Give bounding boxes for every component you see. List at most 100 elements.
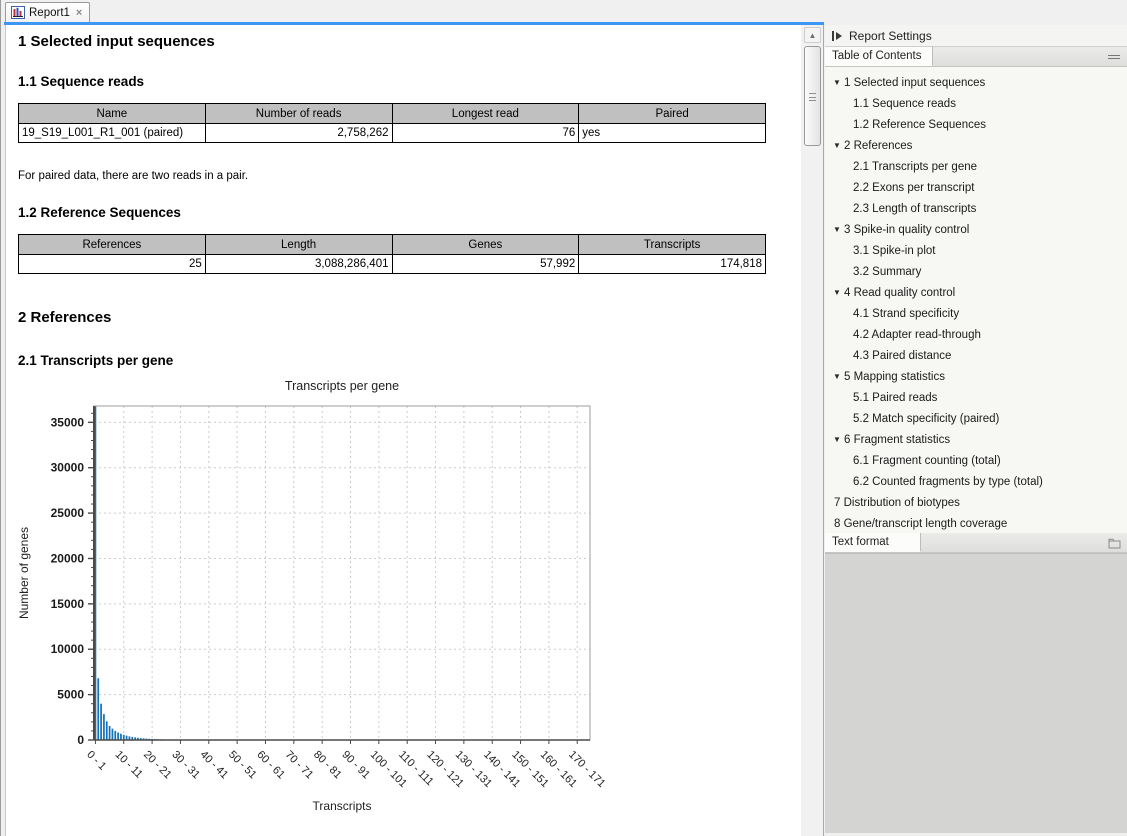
toc-item[interactable]: 2.2 Exons per transcript xyxy=(825,177,1127,198)
toc-item[interactable]: 4.2 Adapter read-through xyxy=(825,324,1127,345)
toc-item[interactable]: ▼2 References xyxy=(825,135,1127,156)
table-cell: 174,818 xyxy=(579,255,766,274)
svg-text:15000: 15000 xyxy=(51,597,85,611)
toc-item-label: 6.1 Fragment counting (total) xyxy=(853,455,1001,467)
table-cell: 19_S19_L001_R1_001 (paired) xyxy=(19,124,206,143)
section-1-heading: 1 Selected input sequences xyxy=(18,33,791,50)
toc-item-label: 4.1 Strand specificity xyxy=(853,308,959,320)
toc-item[interactable]: 3.2 Summary xyxy=(825,261,1127,282)
toc-item-label: 2.1 Transcripts per gene xyxy=(853,161,977,173)
toc-item[interactable]: 1.2 Reference Sequences xyxy=(825,114,1127,135)
chevron-down-icon[interactable]: ▼ xyxy=(833,225,844,234)
tab-strip: Report1 × xyxy=(4,0,1127,22)
toc-item-label: 1.1 Sequence reads xyxy=(853,98,956,110)
bar xyxy=(123,735,125,740)
toc-item[interactable]: 5.2 Match specificity (paired) xyxy=(825,408,1127,429)
toc-item[interactable]: 1.1 Sequence reads xyxy=(825,93,1127,114)
column-header: Longest read xyxy=(392,104,579,124)
transcripts-per-gene-chart: 0 - 110 - 1120 - 2130 - 3140 - 4150 - 51… xyxy=(12,374,791,823)
svg-text:30 - 31: 30 - 31 xyxy=(169,749,202,782)
application-window: Report1 × 1 Selected input sequences 1.1… xyxy=(0,0,1127,836)
toc-item[interactable]: ▼4 Read quality control xyxy=(825,282,1127,303)
toc-item[interactable]: 6.1 Fragment counting (total) xyxy=(825,450,1127,471)
column-header: Number of reads xyxy=(205,104,392,124)
toc-item-label: 6 Fragment statistics xyxy=(844,434,950,446)
table-cell: 25 xyxy=(19,255,206,274)
chevron-down-icon[interactable]: ▼ xyxy=(833,372,844,381)
svg-text:5000: 5000 xyxy=(57,688,84,702)
bar xyxy=(97,678,99,740)
collapse-icon[interactable] xyxy=(1108,55,1120,59)
toc-item[interactable]: 2.1 Transcripts per gene xyxy=(825,156,1127,177)
sequence-reads-table: NameNumber of readsLongest readPaired19_… xyxy=(18,103,766,143)
svg-text:70 - 71: 70 - 71 xyxy=(283,749,316,782)
bar xyxy=(103,714,105,740)
toc-section-header: Table of Contents xyxy=(825,47,1127,67)
toc-item-label: 4.3 Paired distance xyxy=(853,350,951,362)
chevron-down-icon[interactable]: ▼ xyxy=(833,288,844,297)
section-1-2-heading: 1.2 Reference Sequences xyxy=(18,205,791,220)
table-cell: 2,758,262 xyxy=(205,124,392,143)
toc-item[interactable]: 6.2 Counted fragments by type (total) xyxy=(825,471,1127,492)
toc-item[interactable]: ▼1 Selected input sequences xyxy=(825,72,1127,93)
section-2-1-heading: 2.1 Transcripts per gene xyxy=(18,353,791,368)
reference-sequences-table: ReferencesLengthGenesTranscripts253,088,… xyxy=(18,234,766,274)
folder-icon[interactable] xyxy=(1108,538,1121,549)
toc-item-label: 8 Gene/transcript length coverage xyxy=(834,518,1007,530)
svg-text:90 - 91: 90 - 91 xyxy=(339,749,372,782)
column-header: Transcripts xyxy=(579,235,766,255)
chevron-down-icon[interactable]: ▼ xyxy=(833,435,844,444)
toc-item-label: 1.2 Reference Sequences xyxy=(853,119,986,131)
svg-text:0 - 1: 0 - 1 xyxy=(84,749,108,773)
toc-item-label: 5.2 Match specificity (paired) xyxy=(853,413,999,425)
tab-close-icon[interactable]: × xyxy=(76,7,82,19)
svg-text:50 - 51: 50 - 51 xyxy=(226,749,259,782)
text-format-section-header: Text format xyxy=(825,533,1127,553)
toc-item[interactable]: 5.1 Paired reads xyxy=(825,387,1127,408)
toc-item[interactable]: 4.1 Strand specificity xyxy=(825,303,1127,324)
toc-item[interactable]: 4.3 Paired distance xyxy=(825,345,1127,366)
svg-text:25000: 25000 xyxy=(51,506,85,520)
svg-text:40 - 41: 40 - 41 xyxy=(198,749,231,782)
bar xyxy=(114,731,116,740)
svg-text:20 - 21: 20 - 21 xyxy=(141,749,174,782)
table-row: 253,088,286,40157,992174,818 xyxy=(19,255,766,274)
paired-note: For paired data, there are two reads in … xyxy=(18,170,791,182)
bar xyxy=(112,729,114,740)
chevron-down-icon[interactable]: ▼ xyxy=(833,78,844,87)
toc-item[interactable]: 8 Gene/transcript length coverage xyxy=(825,513,1127,533)
toc-item[interactable]: ▼3 Spike-in quality control xyxy=(825,219,1127,240)
report-document: 1 Selected input sequences 1.1 Sequence … xyxy=(5,25,801,836)
svg-text:10 - 11: 10 - 11 xyxy=(113,749,145,781)
toc-item-label: 4.2 Adapter read-through xyxy=(853,329,981,341)
svg-text:30000: 30000 xyxy=(51,461,85,475)
toc-item[interactable]: 7 Distribution of biotypes xyxy=(825,492,1127,513)
column-header: Name xyxy=(19,104,206,124)
toc-item-label: 6.2 Counted fragments by type (total) xyxy=(853,476,1043,488)
toc-item[interactable]: 3.1 Spike-in plot xyxy=(825,240,1127,261)
text-format-tab[interactable]: Text format xyxy=(825,533,921,552)
toc-item-label: 3 Spike-in quality control xyxy=(844,224,969,236)
scrollbar-thumb[interactable] xyxy=(804,46,821,146)
tab-report1[interactable]: Report1 × xyxy=(5,2,90,22)
table-cell: 76 xyxy=(392,124,579,143)
document-scrollbar[interactable]: ▲ xyxy=(801,25,824,836)
toc-item-label: 1 Selected input sequences xyxy=(844,77,985,89)
svg-text:0: 0 xyxy=(77,733,84,747)
toc-tab[interactable]: Table of Contents xyxy=(825,47,933,66)
column-header: References xyxy=(19,235,206,255)
bar xyxy=(109,726,111,740)
table-row: 19_S19_L001_R1_001 (paired)2,758,26276ye… xyxy=(19,124,766,143)
scrollbar-up-icon[interactable]: ▲ xyxy=(804,27,821,43)
toc-item[interactable]: 2.3 Length of transcripts xyxy=(825,198,1127,219)
bar xyxy=(106,721,108,740)
panel-expand-icon xyxy=(832,31,842,41)
table-of-contents-list: ▼1 Selected input sequences1.1 Sequence … xyxy=(825,67,1127,533)
report-settings-title: Report Settings xyxy=(849,29,932,43)
tab-title: Report1 xyxy=(29,7,70,19)
toc-item[interactable]: ▼5 Mapping statistics xyxy=(825,366,1127,387)
svg-text:Transcripts: Transcripts xyxy=(313,799,372,813)
toc-item[interactable]: ▼6 Fragment statistics xyxy=(825,429,1127,450)
report-settings-header[interactable]: Report Settings xyxy=(825,25,1127,47)
chevron-down-icon[interactable]: ▼ xyxy=(833,141,844,150)
